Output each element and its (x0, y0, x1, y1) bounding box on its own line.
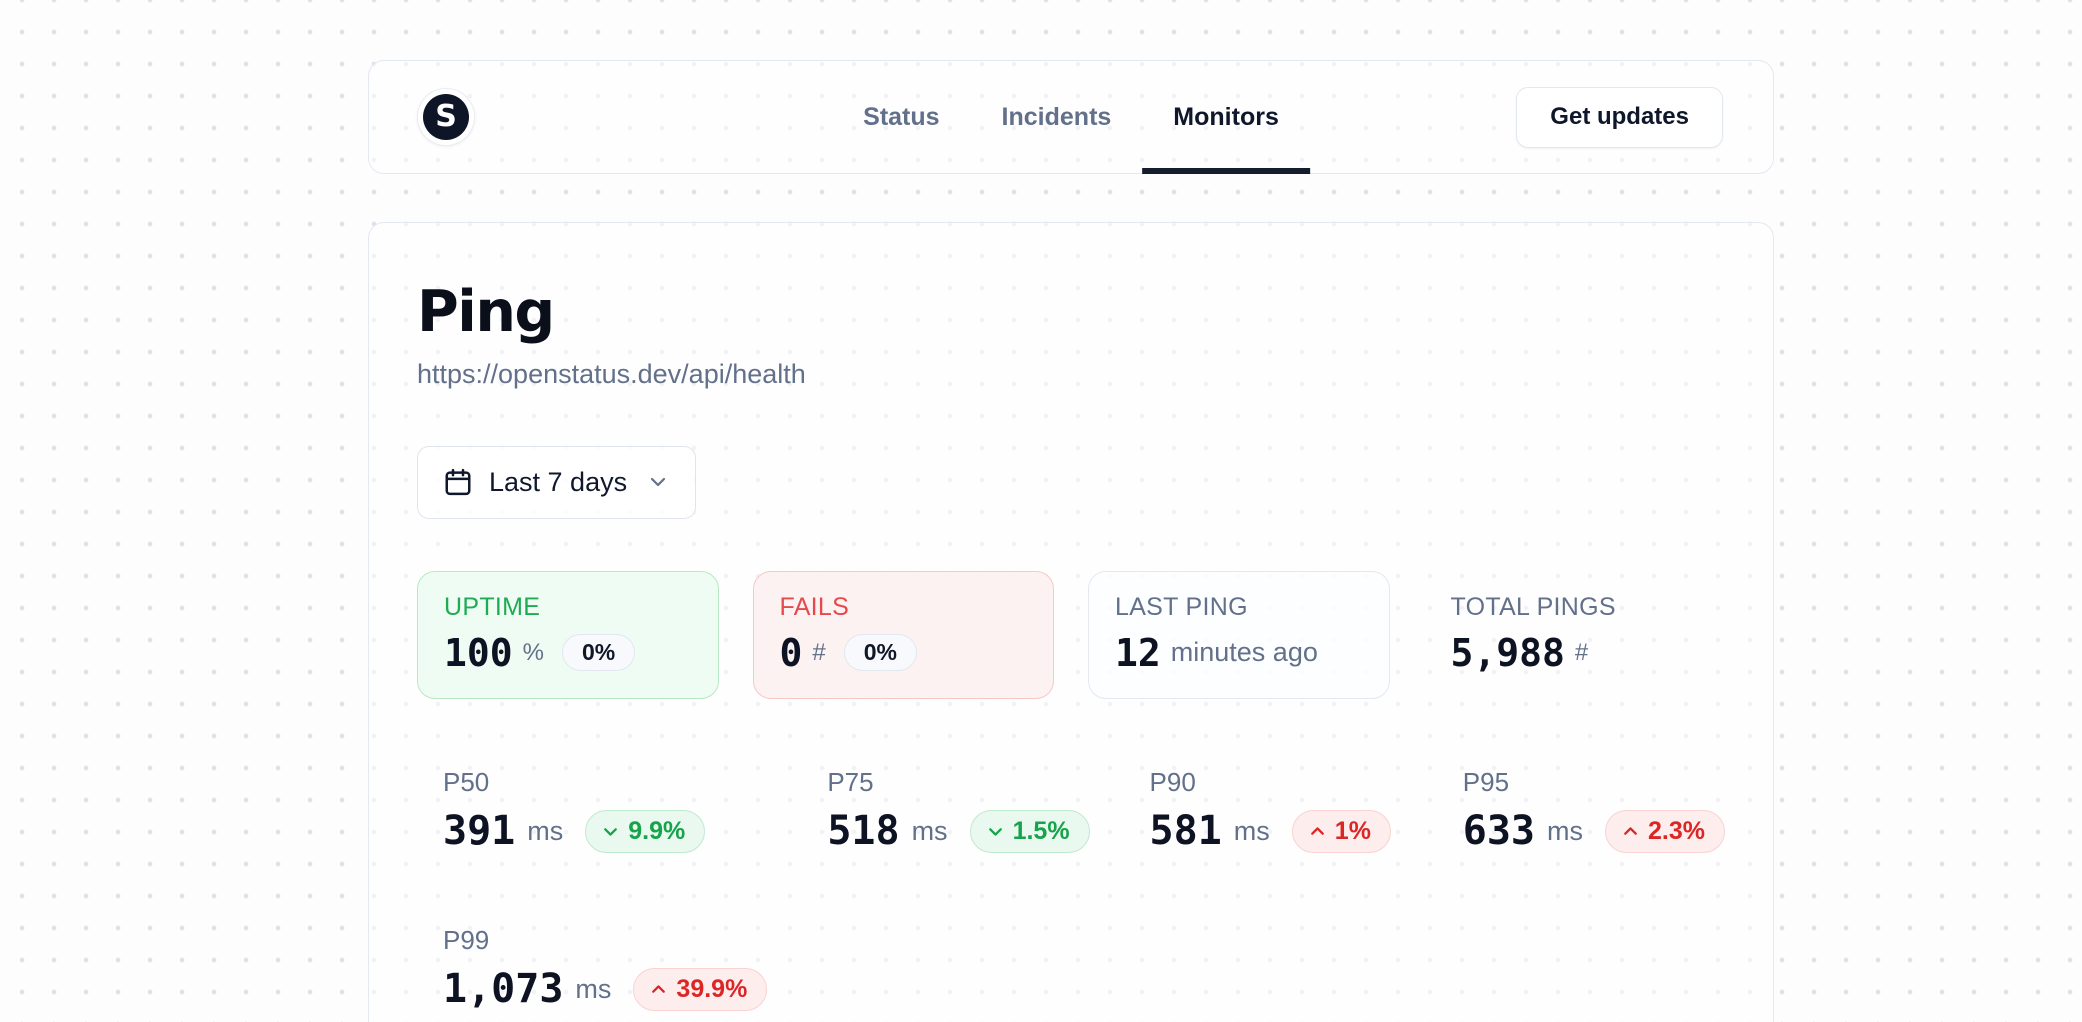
percentile-p95: P95 633 ms 2.3% (1437, 767, 1725, 853)
percentile-unit: ms (575, 974, 611, 1005)
stat-value: 100 (444, 634, 513, 672)
percentile-label: P75 (827, 767, 1089, 798)
percentile-unit: ms (1547, 816, 1583, 847)
trend-badge: 1.5% (970, 810, 1090, 853)
monitor-url: https://openstatus.dev/api/health (417, 359, 1725, 390)
date-range-picker[interactable]: Last 7 days (417, 446, 696, 519)
stat-unit: # (812, 639, 825, 667)
tab-monitors[interactable]: Monitors (1142, 61, 1310, 173)
header-nav: Status Incidents Monitors (832, 61, 1310, 173)
stat-unit: minutes ago (1171, 637, 1318, 668)
tab-status[interactable]: Status (832, 61, 970, 173)
chevron-up-icon (1307, 821, 1328, 842)
get-updates-button[interactable]: Get updates (1516, 87, 1723, 148)
percentile-value: 581 (1150, 811, 1222, 851)
percentile-label: P90 (1150, 767, 1403, 798)
chevron-down-icon (600, 821, 621, 842)
percentile-p75: P75 518 ms 1.5% (801, 767, 1089, 853)
stat-value: 12 (1115, 634, 1161, 672)
stat-change-badge: 0% (562, 634, 635, 671)
percentile-value: 391 (443, 811, 515, 851)
chevron-up-icon (1620, 821, 1641, 842)
stat-value: 0 (780, 634, 803, 672)
chevron-up-icon (648, 979, 669, 1000)
percentile-unit: ms (912, 816, 948, 847)
monitor-title: Ping (417, 283, 1725, 343)
stat-label: TOTAL PINGS (1451, 593, 1699, 622)
date-range-label: Last 7 days (489, 467, 627, 498)
chevron-down-icon (985, 821, 1006, 842)
percentile-value: 1,073 (443, 969, 563, 1009)
percentile-label: P50 (443, 767, 767, 798)
stat-label: UPTIME (444, 593, 692, 622)
percentile-unit: ms (1234, 816, 1270, 847)
percentile-value: 633 (1463, 811, 1535, 851)
tab-incidents[interactable]: Incidents (971, 61, 1143, 173)
stat-unit: % (523, 639, 544, 667)
percentile-p50: P50 391 ms 9.9% (417, 767, 767, 853)
percentile-p90: P90 581 ms 1% (1124, 767, 1403, 853)
stat-card-uptime: UPTIME 100 % 0% (417, 571, 719, 699)
stat-value: 5,988 (1451, 634, 1565, 672)
percentile-label: P95 (1463, 767, 1725, 798)
stat-card-total-pings: TOTAL PINGS 5,988 # (1424, 571, 1726, 699)
trend-badge: 2.3% (1605, 810, 1725, 853)
stats-grid: UPTIME 100 % 0% FAILS 0 # 0% LAST PING 1… (417, 571, 1725, 699)
percentile-value: 518 (827, 811, 899, 851)
trend-badge: 39.9% (633, 968, 767, 1011)
percentile-label: P99 (443, 925, 767, 956)
status-page-header: S Status Incidents Monitors Get updates (368, 60, 1774, 174)
chevron-down-icon (646, 470, 670, 494)
stat-unit: # (1575, 639, 1588, 667)
trend-badge: 1% (1292, 810, 1391, 853)
openstatus-logo[interactable]: S (417, 88, 475, 146)
stat-label: FAILS (780, 593, 1028, 622)
percentile-p99: P99 1,073 ms 39.9% (417, 925, 767, 1011)
monitor-detail-card: Ping https://openstatus.dev/api/health L… (368, 222, 1774, 1022)
logo-letter-icon: S (423, 94, 469, 140)
percentiles-grid: P50 391 ms 9.9% P75 518 ms 1.5% (417, 767, 1725, 1011)
calendar-icon (443, 467, 473, 497)
trend-badge: 9.9% (585, 810, 705, 853)
stat-change-badge: 0% (844, 634, 917, 671)
stat-label: LAST PING (1115, 593, 1363, 622)
percentile-unit: ms (527, 816, 563, 847)
stat-card-last-ping: LAST PING 12 minutes ago (1088, 571, 1390, 699)
stat-card-fails: FAILS 0 # 0% (753, 571, 1055, 699)
